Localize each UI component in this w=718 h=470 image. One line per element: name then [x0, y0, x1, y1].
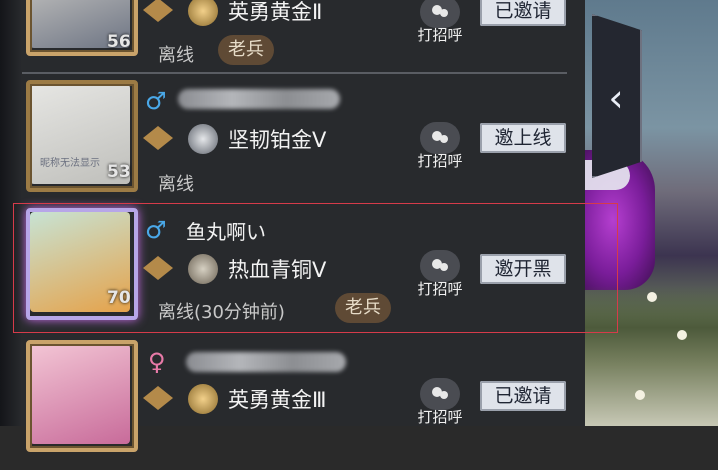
gold-rank-icon [188, 0, 218, 26]
chat-bubble-icon [420, 378, 460, 410]
invite-online-button[interactable]: 邀上线 [480, 123, 566, 153]
status-label: 离线(30分钟前) [158, 302, 285, 323]
friend-row[interactable]: 70 ♂ 鱼丸啊い 热血青铜Ⅴ 离线(30分钟前) 老兵 打招呼 邀开黑 [0, 206, 585, 338]
greet-button[interactable]: 打招呼 [410, 122, 470, 171]
level-label: 70 [107, 288, 131, 308]
veteran-tag: 老兵 [335, 293, 391, 323]
rank-wing-icon [143, 256, 173, 280]
status-label: 离线 [158, 45, 194, 66]
background-grass [585, 286, 718, 426]
level-label: 56 [107, 32, 131, 52]
rank-label: 英勇黄金Ⅲ [228, 388, 327, 412]
friend-row[interactable]: 56 英勇黄金Ⅱ 离线 老兵 打招呼 已邀请 [0, 0, 585, 68]
friend-list-panel[interactable]: 56 英勇黄金Ⅱ 离线 老兵 打招呼 已邀请 昵称无法显示 53 ♂ 坚韧铂金Ⅴ… [0, 0, 585, 452]
gold-rank-icon [188, 384, 218, 414]
bronze-rank-icon [188, 254, 218, 284]
rank-label: 英勇黄金Ⅱ [228, 0, 323, 24]
friend-name: 鱼丸啊い [186, 220, 266, 244]
friend-row[interactable]: ♀ 英勇黄金Ⅲ 打招呼 已邀请 [0, 338, 585, 470]
avatar-frame [26, 340, 138, 452]
blurred-name [178, 89, 340, 109]
chat-bubble-icon [420, 122, 460, 154]
friend-row[interactable]: 昵称无法显示 53 ♂ 坚韧铂金Ⅴ 离线 打招呼 邀上线 [0, 74, 585, 206]
blurred-name [186, 352, 346, 372]
rank-label: 坚韧铂金Ⅴ [228, 128, 327, 152]
background-flower [635, 390, 645, 400]
background-flower [647, 292, 657, 302]
chevron-left-icon[interactable]: ‹ [598, 78, 634, 118]
rank-wing-icon [143, 0, 173, 22]
veteran-tag: 老兵 [218, 35, 274, 65]
invite-play-button[interactable]: 邀开黑 [480, 254, 566, 284]
rank-wing-icon [143, 386, 173, 410]
rank-label: 热血青铜Ⅴ [228, 258, 327, 282]
male-icon: ♂ [145, 87, 167, 115]
background-flower [677, 330, 687, 340]
status-label: 离线 [158, 174, 194, 195]
greet-button[interactable]: 打招呼 [410, 250, 470, 299]
invited-button[interactable]: 已邀请 [480, 381, 566, 411]
female-icon: ♀ [148, 348, 166, 376]
male-icon: ♂ [145, 216, 167, 244]
avatar-caption: 昵称无法显示 [40, 158, 100, 169]
greet-button[interactable]: 打招呼 [410, 378, 470, 427]
rank-wing-icon [143, 126, 173, 150]
chat-bubble-icon [420, 250, 460, 282]
level-label: 53 [107, 162, 131, 182]
greet-button[interactable]: 打招呼 [410, 0, 470, 45]
platinum-rank-icon [188, 124, 218, 154]
chat-bubble-icon [420, 0, 460, 28]
invited-button[interactable]: 已邀请 [480, 0, 566, 26]
